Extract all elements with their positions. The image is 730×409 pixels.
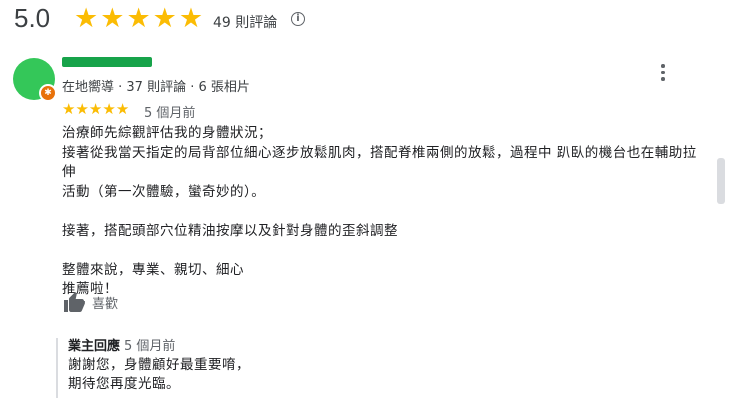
star-icon: ★ (152, 3, 177, 34)
star-icon: ★ (178, 3, 204, 34)
overall-star-rating: ★ ★ ★ ★ ★ (74, 4, 203, 34)
thumbs-up-icon (64, 292, 85, 312)
star-icon: ★ (115, 100, 130, 118)
review-line: 推薦啦！ (62, 281, 118, 297)
owner-reply-line: 期待您再度光臨。 (68, 376, 180, 392)
star-icon: ★ (75, 100, 89, 118)
star-icon: ★ (62, 100, 76, 118)
review-line: 整體來說，專業、親切、細心 (62, 261, 244, 278)
review-star-rating: ★ ★ ★ ★ ★ (62, 100, 129, 118)
review-text: 治療師先綜觀評估我的身體狀況； 接著從我當天指定的局背部位細心逐步放鬆肌肉，搭配… (62, 124, 702, 300)
reviewer-name-redacted[interactable] (62, 57, 152, 67)
star-icon: ★ (100, 3, 125, 34)
owner-reply-date: 5 個月前 (124, 339, 176, 354)
review-count[interactable]: 49 則評論 (213, 12, 277, 32)
owner-reply-label: 業主回應 (68, 339, 121, 354)
star-icon: ★ (88, 100, 103, 118)
more-options-icon[interactable] (657, 64, 669, 84)
star-icon: ★ (126, 3, 151, 34)
scrollbar-thumb[interactable] (717, 158, 725, 204)
like-button[interactable]: 喜歡 (62, 290, 118, 314)
review-line: 接著從我當天指定的局背部位細心逐步放鬆肌肉，搭配脊椎兩側的放鬆，過程中 趴臥的機… (62, 144, 697, 181)
review-line: 活動（第一次體驗，蠻奇妙的）。 (62, 183, 266, 200)
reviewer-meta[interactable]: 在地嚮導 · 37 則評論 · 6 張相片 (62, 76, 250, 95)
info-icon[interactable]: i (291, 12, 305, 26)
owner-reply-line: 謝謝您，身體顧好最重要唷， (68, 357, 250, 373)
like-label: 喜歡 (92, 296, 119, 312)
star-icon: ★ (102, 100, 116, 118)
star-icon: ★ (74, 3, 99, 34)
owner-reply: 業主回應 5 個月前 謝謝您，身體顧好最重要唷， 期待您再度光臨。 (56, 338, 668, 398)
review-line: 治療師先綜觀評估我的身體狀況； (62, 125, 272, 141)
review-line: 接著，搭配頭部穴位精油按摩以及針對身體的歪斜調整 (62, 222, 398, 239)
review-date: 5 個月前 (144, 106, 196, 121)
overall-rating: 5.0 (14, 3, 51, 33)
local-guide-badge-icon: ✱ (39, 84, 57, 102)
